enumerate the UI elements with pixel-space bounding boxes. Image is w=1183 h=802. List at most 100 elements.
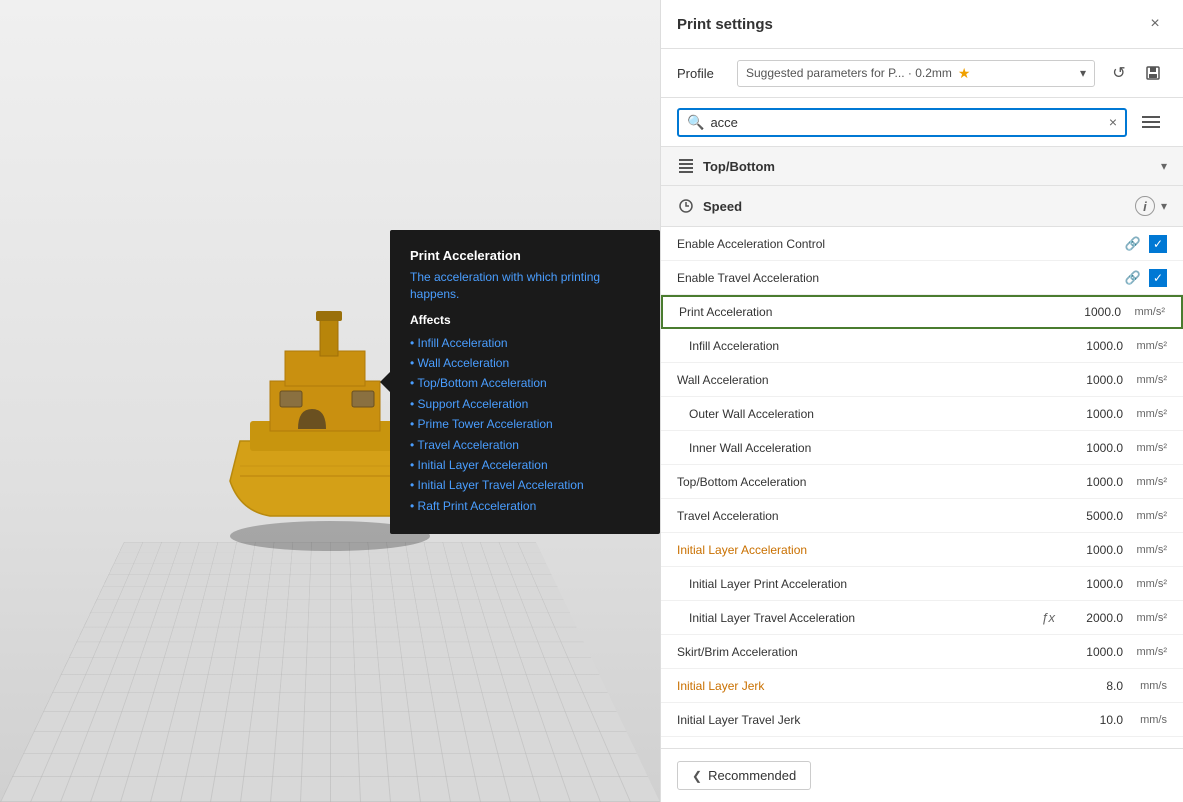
hamburger-icon <box>1142 116 1160 118</box>
checkbox-enable-travel-acceleration[interactable] <box>1149 269 1167 287</box>
settings-row-inner-wall-acceleration[interactable]: Inner Wall Acceleration1000.0 mm/s² <box>661 431 1183 465</box>
tooltip-affects-item: Infill Acceleration <box>410 333 640 353</box>
tooltip-affects-label: Affects <box>410 313 640 327</box>
row-label: Top/Bottom Acceleration <box>677 475 1063 489</box>
chevron-icon: ▾ <box>1161 199 1167 213</box>
row-label: Inner Wall Acceleration <box>689 441 1063 455</box>
row-value: 1000.0 <box>1063 339 1123 353</box>
row-label: Infill Acceleration <box>689 339 1063 353</box>
grid-floor <box>0 542 660 802</box>
row-value: 5000.0 <box>1063 509 1123 523</box>
print-settings-panel: Print settings × Profile Suggested param… <box>660 0 1183 802</box>
row-unit: mm/s² <box>1127 510 1167 522</box>
tooltip-affects-list: Infill AccelerationWall AccelerationTop/… <box>410 333 640 517</box>
panel-title: Print settings <box>677 16 773 33</box>
profile-label: Profile <box>677 66 727 81</box>
row-value: 1000.0 <box>1063 441 1123 455</box>
search-row: 🔍 × <box>661 98 1183 147</box>
chevron-icon: ▾ <box>1161 159 1167 173</box>
row-unit: mm/s² <box>1125 306 1165 318</box>
settings-row-initial-layer-jerk[interactable]: Initial Layer Jerk8.0mm/s <box>661 669 1183 703</box>
settings-row-enable-travel-acceleration[interactable]: Enable Travel Acceleration🔗 <box>661 261 1183 295</box>
row-label: Initial Layer Travel Acceleration <box>689 611 1041 625</box>
settings-row-infill-acceleration[interactable]: Infill Acceleration1000.0 mm/s² <box>661 329 1183 363</box>
info-icon[interactable]: i <box>1135 196 1155 216</box>
row-label: Initial Layer Print Acceleration <box>689 577 1063 591</box>
search-icon: 🔍 <box>687 114 704 131</box>
row-unit: mm/s² <box>1127 374 1167 386</box>
search-clear-button[interactable]: × <box>1109 114 1117 130</box>
reset-profile-button[interactable]: ↺ <box>1105 59 1133 87</box>
row-value: 1000.0 <box>1061 305 1121 319</box>
chevron-left-icon: ❮ <box>692 769 702 783</box>
settings-row-travel-acceleration[interactable]: Travel Acceleration5000.0 mm/s² <box>661 499 1183 533</box>
row-value: 8.0 <box>1063 679 1123 693</box>
settings-row-initial-layer-acceleration[interactable]: Initial Layer Acceleration1000.0 mm/s² <box>661 533 1183 567</box>
link-icon[interactable]: 🔗 <box>1125 236 1141 252</box>
row-label: Enable Acceleration Control <box>677 237 1125 251</box>
row-unit: mm/s <box>1127 714 1167 726</box>
tooltip-affects-item: Travel Acceleration <box>410 435 640 455</box>
row-unit: mm/s² <box>1127 340 1167 352</box>
settings-row-wall-acceleration[interactable]: Wall Acceleration1000.0 mm/s² <box>661 363 1183 397</box>
recommended-button[interactable]: ❮ Recommended <box>677 761 811 790</box>
checkbox-enable-acceleration-control[interactable] <box>1149 235 1167 253</box>
section-speed[interactable]: Speed i ▾ <box>661 186 1183 227</box>
settings-row-print-acceleration[interactable]: Print Acceleration1000.0mm/s² <box>661 295 1183 329</box>
search-box: 🔍 × <box>677 108 1127 137</box>
row-value: 1000.0 <box>1063 645 1123 659</box>
row-unit: mm/s² <box>1127 544 1167 556</box>
panel-header: Print settings × <box>661 0 1183 49</box>
row-label: Skirt/Brim Acceleration <box>677 645 1063 659</box>
search-input[interactable] <box>710 115 1102 130</box>
row-unit: mm/s² <box>1127 476 1167 488</box>
row-unit: mm/s² <box>1127 612 1167 624</box>
hamburger-icon <box>1142 126 1160 128</box>
formula-icon[interactable]: ƒx <box>1041 610 1055 625</box>
row-label: Initial Layer Acceleration <box>677 543 1063 557</box>
bottom-bar: ❮ Recommended <box>661 748 1183 802</box>
row-label: Travel Acceleration <box>677 509 1063 523</box>
tooltip-affects-item: Prime Tower Acceleration <box>410 414 640 434</box>
section-top-bottom[interactable]: Top/Bottom ▾ <box>661 147 1183 186</box>
settings-row-initial-layer-print-acceleration[interactable]: Initial Layer Print Acceleration1000.0mm… <box>661 567 1183 601</box>
profile-row: Profile Suggested parameters for P... · … <box>661 49 1183 98</box>
settings-row-top-bottom-acceleration[interactable]: Top/Bottom Acceleration1000.0 mm/s² <box>661 465 1183 499</box>
settings-row-outer-wall-acceleration[interactable]: Outer Wall Acceleration1000.0mm/s² <box>661 397 1183 431</box>
tooltip-affects-item: Raft Print Acceleration <box>410 496 640 516</box>
tooltip-title: Print Acceleration <box>410 248 640 263</box>
link-icon[interactable]: 🔗 <box>1125 270 1141 286</box>
row-unit: mm/s² <box>1127 442 1167 454</box>
profile-actions: ↺ <box>1105 59 1167 87</box>
profile-star: ★ <box>958 65 971 82</box>
close-button[interactable]: × <box>1143 12 1167 36</box>
settings-row-initial-layer-travel-jerk[interactable]: Initial Layer Travel Jerk10.0 mm/s <box>661 703 1183 737</box>
section-title-speed: Speed <box>703 199 1135 214</box>
section-title-top-bottom: Top/Bottom <box>703 159 1161 174</box>
row-value: 1000.0 <box>1063 475 1123 489</box>
tooltip-affects-item: Wall Acceleration <box>410 353 640 373</box>
save-profile-button[interactable] <box>1139 59 1167 87</box>
recommended-label: Recommended <box>708 768 796 783</box>
settings-row-initial-layer-travel-acceleration[interactable]: Initial Layer Travel Accelerationƒx 2000.… <box>661 601 1183 635</box>
row-label: Initial Layer Travel Jerk <box>677 713 1063 727</box>
tooltip-affects-item: Support Acceleration <box>410 394 640 414</box>
tooltip-affects-item: Initial Layer Travel Acceleration <box>410 475 640 495</box>
row-value: 1000.0 <box>1063 543 1123 557</box>
settings-row-skirt-brim-acceleration[interactable]: Skirt/Brim Acceleration1000.0 mm/s² <box>661 635 1183 669</box>
row-value: 1000.0 <box>1063 373 1123 387</box>
row-unit: mm/s² <box>1127 646 1167 658</box>
row-unit: mm/s² <box>1127 408 1167 420</box>
profile-selector[interactable]: Suggested parameters for P... · 0.2mm ★ … <box>737 60 1095 87</box>
row-label: Enable Travel Acceleration <box>677 271 1125 285</box>
row-value: 1000.0 <box>1063 577 1123 591</box>
profile-value: Suggested parameters for P... · 0.2mm <box>746 66 952 80</box>
menu-button[interactable] <box>1135 106 1167 138</box>
row-label: Wall Acceleration <box>677 373 1063 387</box>
tooltip-box: Print Acceleration The acceleration with… <box>390 230 660 534</box>
row-value: 10.0 <box>1063 713 1123 727</box>
settings-content: Top/Bottom ▾ Speed i ▾ Enable Accelerati… <box>661 147 1183 748</box>
3d-viewport[interactable]: Print Acceleration The acceleration with… <box>0 0 660 802</box>
row-value: 2000.0 <box>1063 611 1123 625</box>
settings-row-enable-acceleration-control[interactable]: Enable Acceleration Control🔗 <box>661 227 1183 261</box>
